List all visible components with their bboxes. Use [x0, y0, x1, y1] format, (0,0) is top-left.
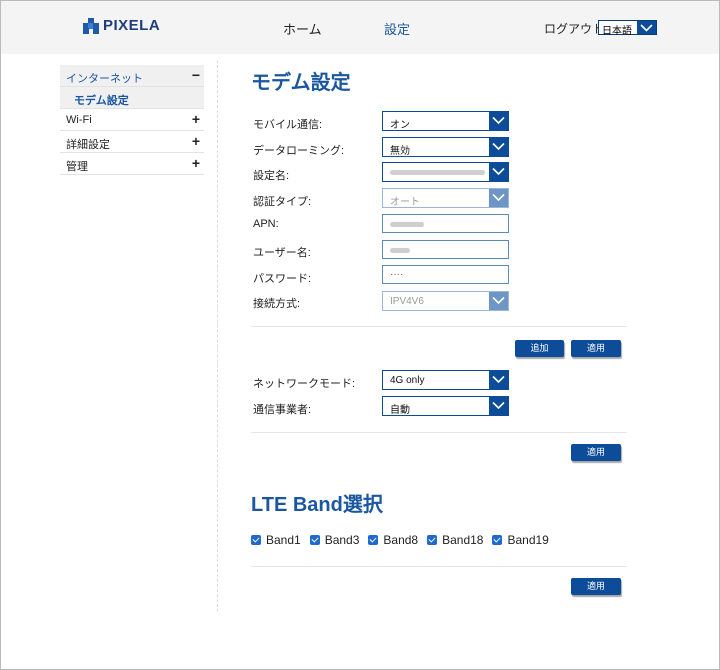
band-label: Band1: [266, 533, 301, 547]
profile-name-select[interactable]: [382, 162, 509, 182]
chevron-down-icon: [489, 112, 508, 130]
section-divider: [251, 326, 627, 327]
network-mode-label: ネットワークモード:: [253, 378, 356, 390]
vertical-divider: [217, 60, 218, 612]
band8-checkbox[interactable]: Band8: [368, 533, 418, 547]
band1-checkbox[interactable]: Band1: [251, 533, 301, 547]
band-label: Band19: [507, 533, 549, 547]
pixela-logo[interactable]: PIXELA: [83, 17, 160, 34]
roaming-value: 無効: [390, 146, 410, 157]
collapse-icon: −: [191, 67, 200, 83]
nav-home[interactable]: ホーム: [283, 19, 322, 38]
roaming-label: データローミング:: [253, 145, 345, 157]
band-label: Band8: [383, 533, 419, 547]
sidebar-subitem-modem[interactable]: モデム設定: [60, 87, 204, 109]
checkbox-checked-icon: [427, 535, 438, 545]
redacted-value: [390, 222, 424, 227]
band-label: Band3: [324, 533, 360, 547]
roaming-select[interactable]: 無効: [382, 137, 509, 157]
network-mode-value: 4G only: [390, 375, 425, 386]
checkbox-checked-icon: [251, 535, 261, 545]
sidebar-item-wifi[interactable]: Wi-Fi +: [60, 109, 204, 131]
logout-link[interactable]: ログアウト: [544, 20, 604, 37]
connection-value: IPV4V6: [390, 296, 424, 307]
apn-input[interactable]: [382, 214, 509, 233]
password-input[interactable]: ····: [382, 265, 509, 284]
redacted-value: [390, 248, 410, 253]
carrier-select[interactable]: 自動: [382, 396, 509, 416]
auth-type-select[interactable]: オート: [382, 188, 509, 208]
top-header: PIXELA ホーム 設定 ログアウト 日本語: [1, 1, 719, 54]
sidebar-item-advanced[interactable]: 詳細設定 +: [60, 131, 204, 153]
chevron-down-icon: [489, 292, 508, 310]
username-label: ユーザー名:: [253, 247, 311, 259]
auth-type-label: 認証タイプ:: [253, 196, 312, 208]
connection-label: 接続方式:: [253, 298, 301, 310]
section-divider: [251, 432, 627, 433]
checkbox-checked-icon: [309, 535, 320, 545]
chevron-down-icon: [489, 138, 508, 156]
apn-label: APN:: [253, 218, 279, 230]
expand-icon: +: [191, 155, 200, 171]
add-button[interactable]: 追加: [515, 340, 564, 357]
chevron-down-icon: [489, 397, 508, 415]
mobile-data-select[interactable]: オン: [382, 111, 509, 131]
password-value: ····: [390, 269, 404, 280]
chevron-down-icon: [489, 371, 508, 389]
checkbox-checked-icon: [492, 535, 503, 545]
lte-apply-button[interactable]: 適用: [571, 578, 621, 595]
band18-checkbox[interactable]: Band18: [427, 533, 483, 547]
chevron-down-icon: [489, 163, 508, 181]
language-select[interactable]: 日本語: [598, 20, 657, 37]
mobile-data-label: モバイル通信:: [253, 119, 323, 131]
carrier-label: 通信事業者:: [253, 404, 312, 416]
page-title: モデム設定: [251, 72, 351, 94]
mobile-data-value: オン: [390, 120, 410, 131]
network-mode-select[interactable]: 4G only: [382, 370, 509, 390]
chevron-down-icon: [637, 21, 656, 34]
logo-mark-icon: [83, 17, 99, 34]
sidebar-item-label: インターネット: [66, 73, 143, 85]
band3-checkbox[interactable]: Band3: [309, 533, 360, 547]
sidebar-item-label: 詳細設定: [66, 139, 110, 151]
sidebar-subitem-label: モデム設定: [74, 95, 129, 107]
band-label: Band18: [442, 533, 484, 547]
sidebar-item-internet[interactable]: インターネット −: [60, 65, 204, 87]
nav-settings[interactable]: 設定: [384, 19, 410, 38]
modem-apply-button[interactable]: 適用: [571, 340, 621, 357]
password-label: パスワード:: [253, 273, 312, 285]
expand-icon: +: [191, 133, 200, 149]
connection-select[interactable]: IPV4V6: [382, 291, 509, 311]
band-checkbox-list: Band1 Band3 Band8 Band18 Band19: [251, 533, 558, 547]
checkbox-checked-icon: [368, 535, 379, 545]
sidebar-item-label: Wi-Fi: [66, 114, 92, 126]
chevron-down-icon: [489, 189, 508, 207]
language-value: 日本語: [602, 26, 632, 37]
sidebar-item-label: 管理: [66, 161, 88, 173]
section-divider: [251, 566, 627, 567]
carrier-value: 自動: [390, 405, 410, 416]
sidebar: インターネット − モデム設定 Wi-Fi + 詳細設定 + 管理 +: [60, 65, 204, 175]
sidebar-group-internet: インターネット − モデム設定: [60, 65, 204, 109]
profile-name-label: 設定名:: [253, 170, 290, 182]
band19-checkbox[interactable]: Band19: [492, 533, 549, 547]
lte-band-title: LTE Band選択: [251, 494, 383, 516]
sidebar-item-admin[interactable]: 管理 +: [60, 153, 204, 175]
logo-text: PIXELA: [103, 17, 161, 34]
username-input[interactable]: [382, 240, 509, 259]
network-apply-button[interactable]: 適用: [571, 444, 621, 461]
auth-type-value: オート: [390, 197, 420, 208]
expand-icon: +: [191, 111, 200, 127]
redacted-value: [390, 170, 485, 175]
